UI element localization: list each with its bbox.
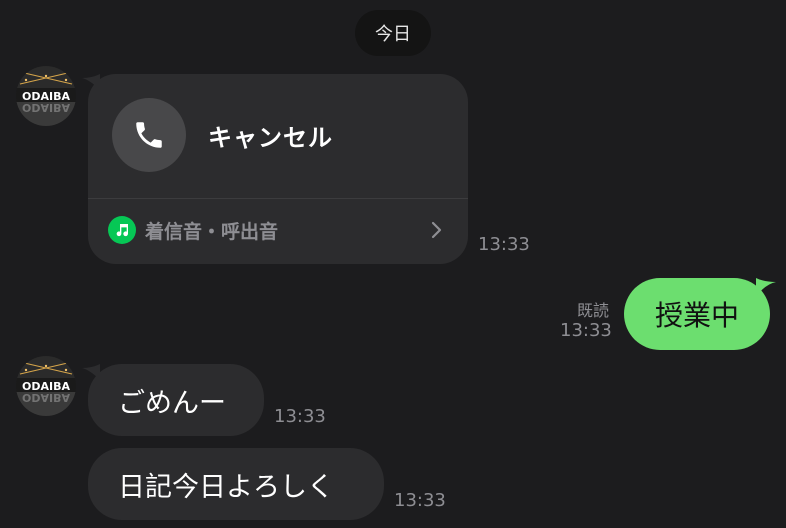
- call-icon-circle: [112, 98, 186, 172]
- sender-avatar[interactable]: ODAIBA ODAIBA: [16, 356, 76, 416]
- message-time: 13:33: [394, 490, 446, 511]
- message-time: 13:33: [560, 320, 612, 341]
- svg-text:ODAIBA: ODAIBA: [22, 391, 70, 404]
- call-status-title: キャンセル: [208, 124, 333, 152]
- message-text: 日記今日よろしく: [118, 471, 334, 503]
- svg-text:ODAIBA: ODAIBA: [22, 101, 70, 114]
- ringtone-label: 着信音・呼出音: [145, 221, 279, 243]
- outgoing-message-bubble[interactable]: 授業中: [624, 278, 770, 350]
- music-note-icon: [108, 216, 136, 244]
- call-message-card[interactable]: キャンセル 着信音・呼出音: [88, 74, 468, 264]
- phone-icon: [136, 122, 162, 148]
- bubble-tail: [756, 278, 776, 296]
- date-separator: 今日: [355, 10, 431, 56]
- incoming-message-bubble[interactable]: 日記今日よろしく: [88, 448, 384, 520]
- ringtone-link[interactable]: 着信音・呼出音: [88, 199, 468, 264]
- chevron-right-icon: [431, 221, 442, 239]
- incoming-message-bubble[interactable]: ごめんー: [88, 364, 264, 436]
- read-receipt: 既読: [577, 301, 610, 320]
- sender-avatar[interactable]: ODAIBA ODAIBA: [16, 66, 76, 126]
- avatar-image: ODAIBA ODAIBA: [16, 356, 76, 416]
- message-time: 13:33: [478, 234, 530, 255]
- message-text: ごめんー: [118, 387, 226, 419]
- message-time: 13:33: [274, 406, 326, 427]
- bubble-tail: [82, 74, 100, 90]
- avatar-image: ODAIBA ODAIBA: [16, 66, 76, 126]
- message-text: 授業中: [654, 299, 739, 332]
- bubble-tail: [82, 364, 100, 380]
